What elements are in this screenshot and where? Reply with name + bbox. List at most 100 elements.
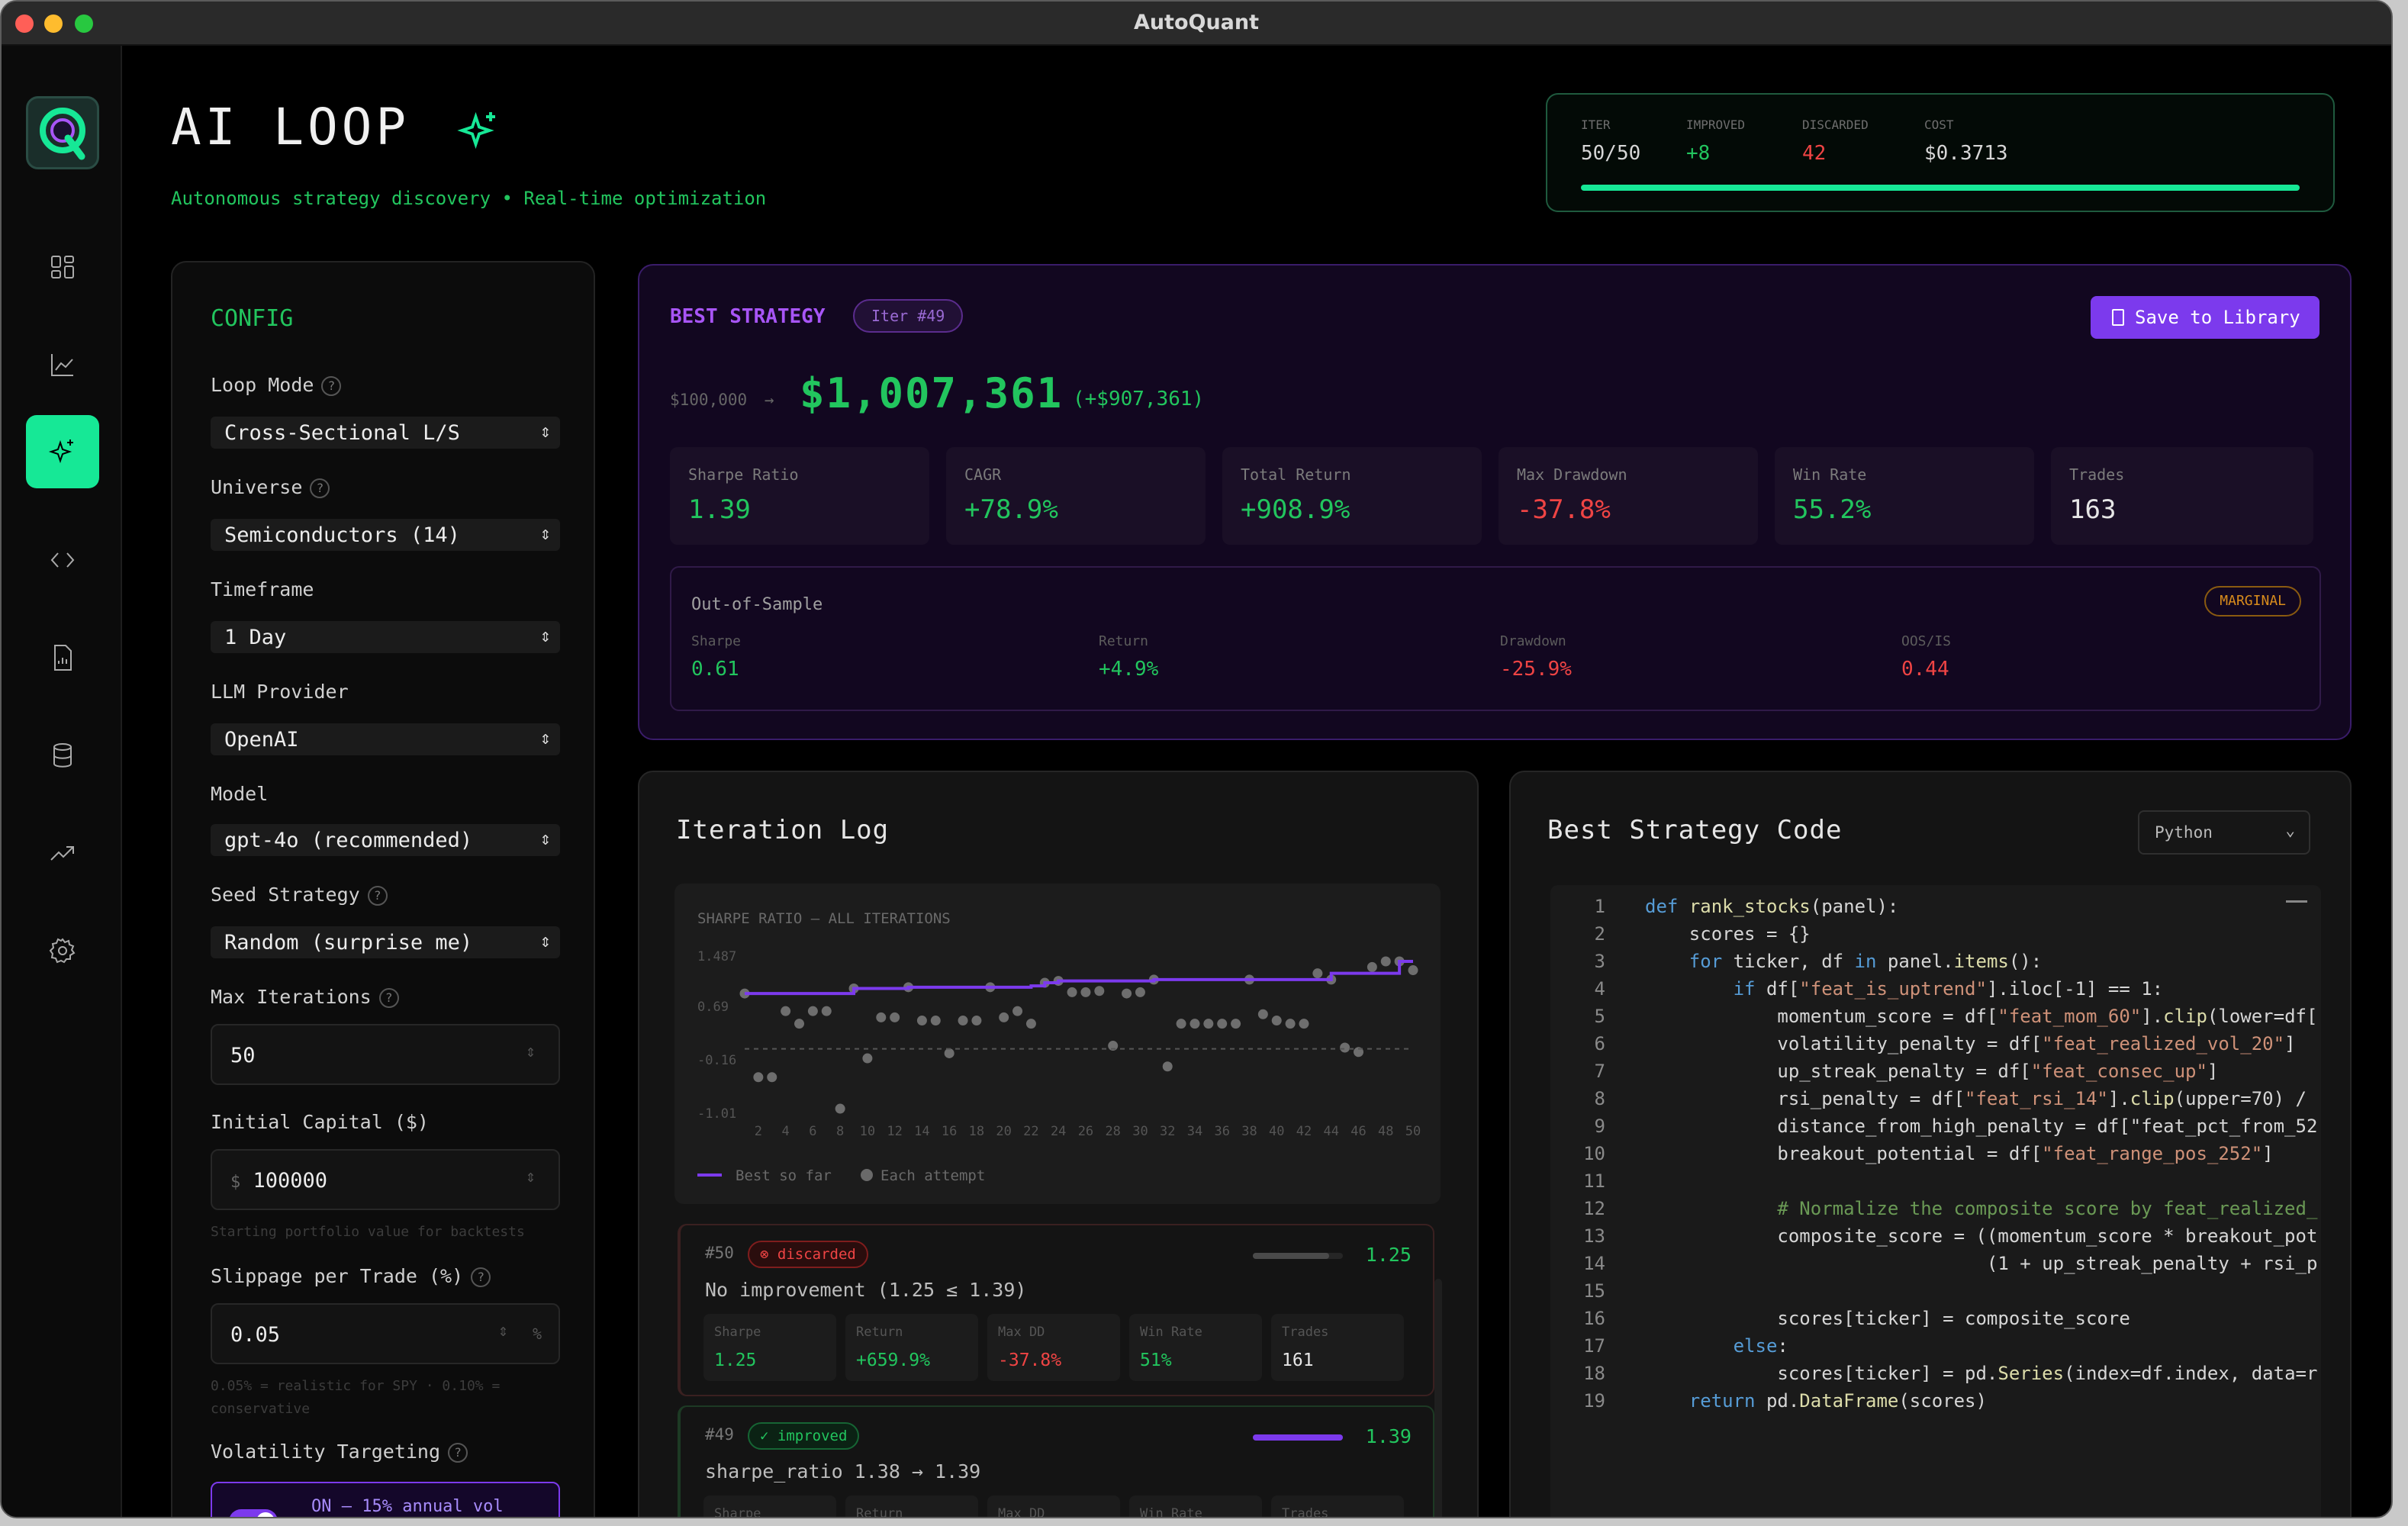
attempt-point bbox=[753, 1072, 764, 1083]
iteration-score: 1.25 bbox=[1365, 1244, 1412, 1266]
x-tick-label: 6 bbox=[809, 1124, 816, 1139]
attempt-point bbox=[1176, 1019, 1186, 1029]
seed-strategy-label: Seed Strategy? bbox=[211, 884, 388, 906]
vol-targeting-toggle[interactable]: ON — 15% annual vol bbox=[211, 1482, 560, 1517]
code-text: breakout_potential = df["feat_range_pos_… bbox=[1645, 1143, 2274, 1164]
x-tick-label: 26 bbox=[1078, 1124, 1093, 1139]
x-tick-label: 18 bbox=[969, 1124, 984, 1139]
save-to-library-button[interactable]: Save to Library bbox=[2091, 296, 2319, 339]
slippage-input[interactable]: 0.05 ⇕ % bbox=[211, 1303, 560, 1364]
metric-card: Win Rate 55.2% bbox=[1775, 447, 2034, 545]
attempt-point bbox=[835, 1103, 845, 1114]
line-number: 18 bbox=[1583, 1363, 1605, 1384]
metric-card: Total Return +908.9% bbox=[1222, 447, 1482, 545]
nav-ai-loop[interactable] bbox=[26, 415, 99, 488]
slippage-label: Slippage per Trade (%)? bbox=[211, 1265, 491, 1287]
iteration-metric: Win Rate bbox=[1129, 1495, 1262, 1517]
nav-code[interactable] bbox=[26, 523, 99, 597]
x-tick-label: 28 bbox=[1105, 1124, 1120, 1139]
stepper-icon[interactable]: ⇕ bbox=[498, 1322, 508, 1341]
seed-strategy-select[interactable]: Random (surprise me) bbox=[211, 926, 560, 958]
oos-drawdown-label: Drawdown bbox=[1500, 633, 1566, 649]
initial-capital-hint: Starting portfolio value for backtests bbox=[211, 1224, 525, 1240]
toggle-switch[interactable] bbox=[229, 1509, 278, 1517]
sharpe-chart-svg: SHARPE RATIO — ALL ITERATIONS 1.487 0.69 -… bbox=[697, 910, 1421, 1184]
timeframe-select[interactable]: 1 Day bbox=[211, 621, 560, 653]
best-strategy-title: BEST STRATEGY bbox=[670, 305, 826, 328]
llm-provider-select[interactable]: OpenAI bbox=[211, 723, 560, 755]
attempt-point bbox=[1285, 1019, 1296, 1029]
x-tick-label: 12 bbox=[887, 1124, 902, 1139]
attempt-point bbox=[1312, 968, 1323, 979]
model-select[interactable]: gpt-4o (recommended) bbox=[211, 824, 560, 856]
gear-icon bbox=[49, 938, 76, 964]
nav-reports[interactable] bbox=[26, 621, 99, 694]
vol-targeting-text: ON — 15% annual vol bbox=[311, 1497, 504, 1516]
attempt-point bbox=[821, 1006, 832, 1016]
attempt-point bbox=[1271, 1016, 1282, 1026]
log-scrollbar[interactable] bbox=[1434, 1279, 1442, 1517]
line-number: 17 bbox=[1583, 1335, 1605, 1357]
app-logo[interactable] bbox=[26, 96, 99, 169]
help-icon[interactable]: ? bbox=[321, 376, 342, 396]
initial-capital-input[interactable]: $ 100000 ⇕ bbox=[211, 1149, 560, 1210]
universe-select[interactable]: Semiconductors (14) bbox=[211, 519, 560, 551]
iteration-metric: Max DD -37.8% bbox=[987, 1314, 1120, 1381]
language-select[interactable]: Python ⌄ bbox=[2138, 810, 2310, 855]
x-tick-label: 14 bbox=[914, 1124, 929, 1139]
nav-trends[interactable] bbox=[26, 816, 99, 890]
score-bar bbox=[1253, 1434, 1343, 1441]
x-tick-label: 22 bbox=[1023, 1124, 1038, 1139]
attempt-point bbox=[767, 1072, 777, 1083]
help-icon[interactable]: ? bbox=[367, 886, 388, 906]
iteration-metric: Trades 161 bbox=[1271, 1314, 1404, 1381]
iteration-desc: No improvement (1.25 ≤ 1.39) bbox=[705, 1279, 1027, 1301]
iteration-score: 1.39 bbox=[1365, 1425, 1412, 1447]
code-line: 18 scores[ticker] = pd.Series(index=df.i… bbox=[1550, 1360, 2321, 1387]
nav-charts[interactable] bbox=[26, 328, 99, 401]
slippage-hint: 0.05% = realistic for SPY · 0.10% = bbox=[211, 1378, 501, 1394]
line-number: 6 bbox=[1594, 1033, 1605, 1054]
iteration-entry[interactable]: #49 ✓ improved 1.39 sharpe_ratio 1.38 → … bbox=[678, 1405, 1434, 1517]
attempt-point bbox=[944, 1048, 955, 1058]
attempt-point bbox=[1025, 1019, 1036, 1029]
oos-sharpe-value: 0.61 bbox=[691, 658, 739, 681]
attempt-point bbox=[1231, 1019, 1241, 1029]
sparkles-icon bbox=[48, 439, 73, 464]
initial-capital-label: Initial Capital ($) bbox=[211, 1111, 429, 1133]
code-text: (1 + up_streak_penalty + rsi_p bbox=[1645, 1253, 2318, 1274]
code-line: 3 for ticker, df in panel.items(): bbox=[1550, 948, 2321, 975]
code-line: 12 # Normalize the composite score by fe… bbox=[1550, 1195, 2321, 1222]
code-editor[interactable]: 1 def rank_stocks(panel): 2 scores = {} 3 f… bbox=[1550, 885, 2321, 1517]
help-icon[interactable]: ? bbox=[448, 1443, 468, 1463]
iteration-metric: Return bbox=[845, 1495, 978, 1517]
oos-return-value: +4.9% bbox=[1099, 658, 1159, 681]
code-text: volatility_penalty = df["feat_realized_v… bbox=[1645, 1033, 2296, 1054]
nav-settings[interactable] bbox=[26, 914, 99, 987]
nav-data[interactable] bbox=[26, 719, 99, 792]
stat-cost-label: COST bbox=[1924, 118, 1954, 132]
attempt-point bbox=[1122, 988, 1132, 999]
stepper-icon[interactable]: ⇕ bbox=[526, 1042, 536, 1061]
max-iterations-label: Max Iterations? bbox=[211, 986, 399, 1008]
logo-icon bbox=[40, 108, 85, 160]
help-icon[interactable]: ? bbox=[310, 478, 330, 498]
iteration-log-title: Iteration Log bbox=[676, 815, 890, 845]
max-iterations-input[interactable]: 50 ⇕ bbox=[211, 1024, 560, 1085]
final-capital: $1,007,361 bbox=[800, 369, 1064, 417]
attempt-point bbox=[1217, 1019, 1228, 1029]
nav-dashboard[interactable] bbox=[26, 230, 99, 304]
oos-sharpe-label: Sharpe bbox=[691, 633, 742, 649]
stepper-icon[interactable]: ⇕ bbox=[526, 1167, 536, 1186]
attempt-point bbox=[916, 1016, 927, 1026]
attempt-point bbox=[807, 1006, 818, 1016]
line-number: 10 bbox=[1583, 1143, 1605, 1164]
iteration-entry[interactable]: #50 ⊗ discarded 1.25 No improvement (1.2… bbox=[678, 1224, 1434, 1396]
loop-mode-select[interactable]: Cross-Sectional L/S bbox=[211, 417, 560, 449]
attempt-point bbox=[1367, 961, 1377, 972]
help-icon[interactable]: ? bbox=[471, 1267, 491, 1287]
help-icon[interactable]: ? bbox=[378, 988, 399, 1008]
line-number: 4 bbox=[1594, 978, 1605, 1000]
capital-delta: (+$907,361) bbox=[1073, 388, 1205, 410]
start-capital: $100,000 → bbox=[670, 391, 774, 409]
